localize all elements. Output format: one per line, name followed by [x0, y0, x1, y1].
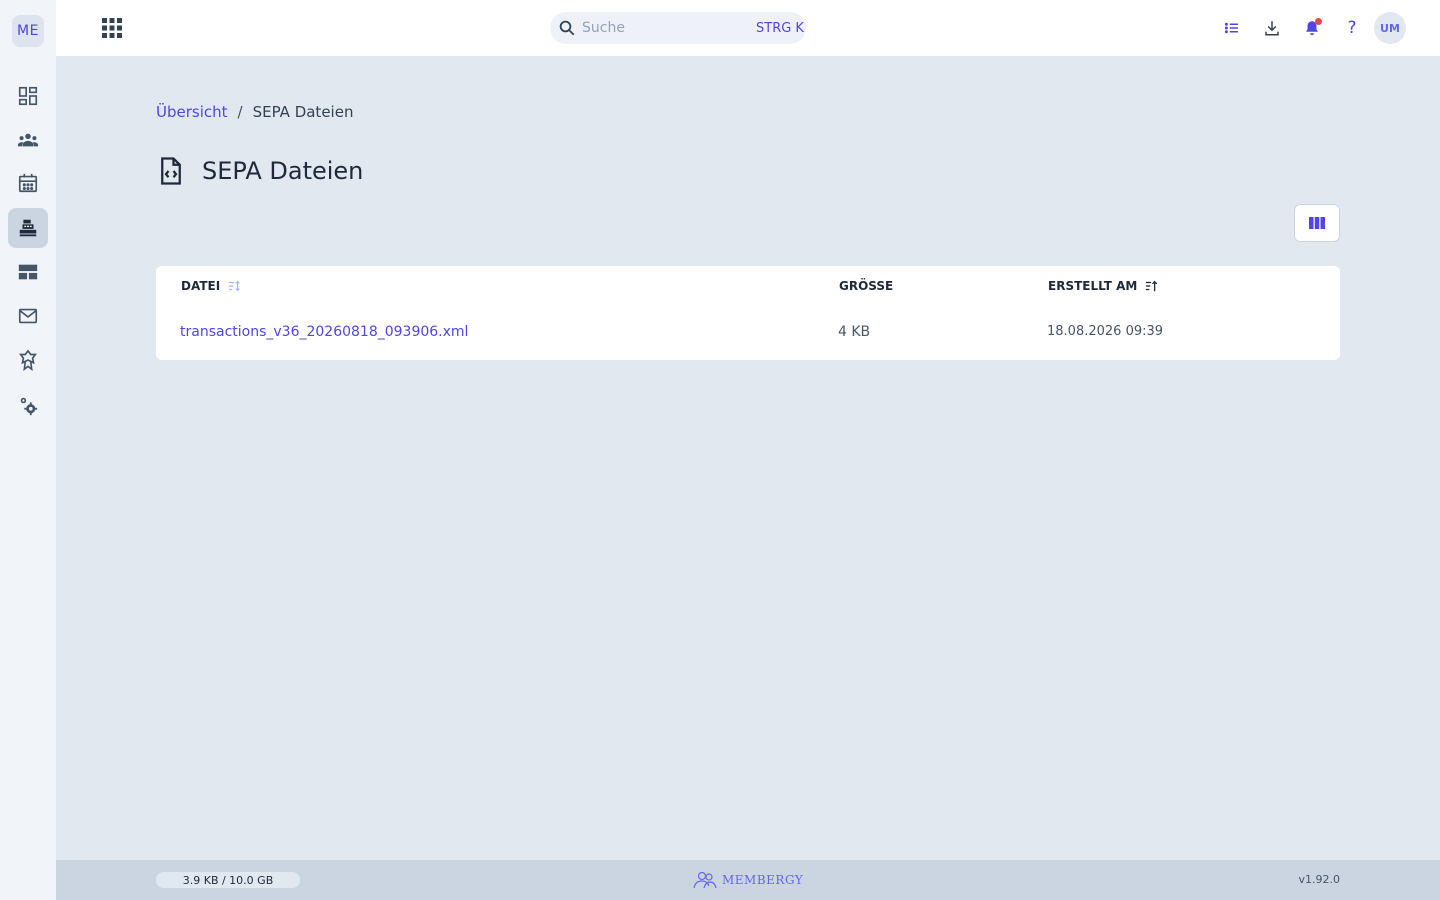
membergy-logo-icon — [693, 871, 717, 889]
search-icon — [559, 20, 575, 36]
help-button[interactable]: ? — [1340, 16, 1364, 40]
apps-grid-icon — [102, 18, 122, 38]
breadcrumb: Übersicht / SEPA Dateien — [156, 103, 353, 121]
brand-logo: MEMBERGY — [692, 870, 803, 890]
calendar-icon — [18, 173, 38, 193]
breadcrumb-current: SEPA Dateien — [252, 103, 354, 121]
file-link[interactable]: transactions_v36_20260818_093906.xml — [180, 324, 468, 340]
list-icon — [1224, 22, 1238, 34]
layout-icon — [18, 264, 38, 280]
task-list-button[interactable] — [1220, 16, 1244, 40]
notifications-button[interactable] — [1300, 16, 1324, 40]
column-header-file[interactable]: DATEI — [181, 279, 242, 293]
column-header-size-label: GRÖSSE — [839, 279, 894, 293]
sort-neutral-icon — [229, 280, 240, 292]
downloads-button[interactable] — [1260, 16, 1284, 40]
settings-icon — [20, 397, 38, 416]
members-icon — [17, 133, 39, 147]
storage-usage: 3.9 KB / 10.0 GB — [156, 872, 300, 888]
brand-name: MEMBERGY — [722, 873, 804, 887]
breadcrumb-separator: / — [237, 103, 243, 121]
app-version: v1.92.0 — [1298, 873, 1341, 886]
column-header-size: GRÖSSE — [839, 279, 893, 293]
top-bar: STRG K ? UM — [56, 0, 1440, 56]
sort-ascending-icon — [1146, 280, 1158, 292]
sidebar-item-mail[interactable] — [8, 296, 48, 336]
app-logo[interactable]: ME — [12, 15, 44, 47]
column-header-file-label: DATEI — [181, 279, 221, 293]
apps-grid-button[interactable] — [100, 16, 124, 40]
file-size: 4 KB — [838, 324, 871, 340]
sidebar-item-awards[interactable] — [8, 340, 48, 380]
columns-toggle-button[interactable] — [1294, 204, 1340, 242]
column-header-created-label: ERSTELLT AM — [1048, 279, 1138, 293]
sidebar-item-finance[interactable] — [8, 208, 48, 248]
page-title: SEPA Dateien — [202, 157, 364, 185]
dashboard-icon — [18, 86, 38, 106]
sidebar-item-layout[interactable] — [8, 252, 48, 292]
footer: 3.9 KB / 10.0 GB MEMBERGY v1.92.0 — [56, 860, 1440, 900]
search-input[interactable] — [582, 20, 756, 36]
award-icon — [19, 349, 37, 371]
download-icon — [1265, 21, 1279, 36]
search-shortcut: STRG K — [756, 20, 804, 36]
file-created-date: 18.08.2026 09:39 — [1047, 324, 1164, 339]
search-box[interactable]: STRG K — [550, 12, 806, 44]
page-header: SEPA Dateien — [156, 156, 363, 186]
breadcrumb-home-link[interactable]: Übersicht — [156, 103, 228, 121]
sidebar-item-members[interactable] — [8, 120, 48, 160]
sidebar-item-dashboard[interactable] — [8, 76, 48, 116]
sidebar-item-calendar[interactable] — [8, 163, 48, 203]
sidebar-item-settings[interactable] — [8, 386, 48, 426]
column-header-created[interactable]: ERSTELLT AM — [1048, 279, 1159, 293]
help-icon: ? — [1347, 18, 1357, 38]
file-code-icon — [161, 157, 181, 185]
columns-icon — [1309, 217, 1325, 229]
cash-register-icon — [19, 219, 37, 237]
sidebar: ME — [0, 0, 56, 900]
sepa-files-table: DATEI GRÖSSE ERSTELLT AM transactions_v3… — [156, 266, 1340, 360]
notification-badge — [1315, 18, 1322, 25]
mail-icon — [18, 308, 38, 324]
user-avatar[interactable]: UM — [1374, 12, 1406, 44]
